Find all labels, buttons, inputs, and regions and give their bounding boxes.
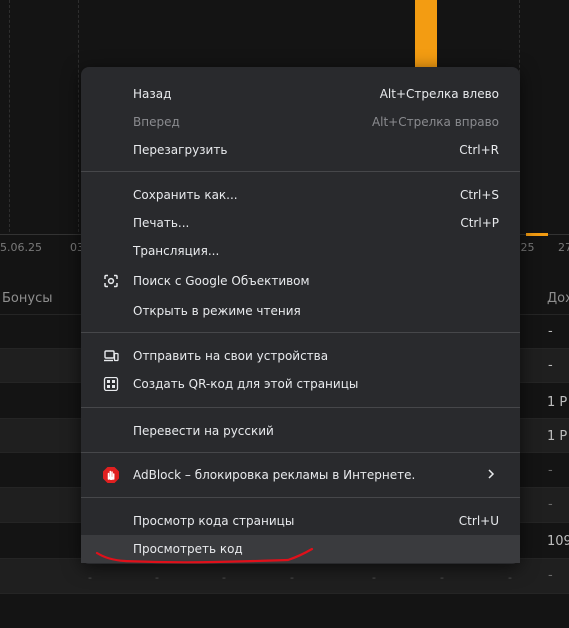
menu-item-reading-mode[interactable]: Открыть в режиме чтения xyxy=(81,297,520,325)
grid-line xyxy=(9,0,10,232)
menu-item-save-as[interactable]: Сохранить как... Ctrl+S xyxy=(81,181,520,209)
menu-item-view-source[interactable]: Просмотр кода страницы Ctrl+U xyxy=(81,507,520,535)
x-tick-label: 5.06.25 xyxy=(0,241,42,254)
menu-item-translate[interactable]: Перевести на русский xyxy=(81,417,520,445)
menu-item-cast[interactable]: Трансляция... xyxy=(81,237,520,265)
context-menu: Назад Alt+Стрелка влево Вперед Alt+Стрел… xyxy=(81,67,520,564)
grid-line xyxy=(78,0,79,232)
qr-code-icon xyxy=(103,376,119,392)
chevron-right-icon xyxy=(486,467,496,481)
table-header-bonuses: Бонусы xyxy=(2,291,53,306)
menu-separator xyxy=(81,497,520,498)
chart-bar[interactable] xyxy=(415,0,437,68)
menu-item-back[interactable]: Назад Alt+Стрелка влево xyxy=(81,80,520,108)
shortcut-label: Ctrl+P xyxy=(460,216,499,230)
adblock-icon xyxy=(102,466,120,484)
menu-separator xyxy=(81,407,520,408)
google-lens-icon xyxy=(103,274,119,288)
shortcut-label: Alt+Стрелка вправо xyxy=(371,115,499,129)
menu-item-send-to-devices[interactable]: Отправить на свои устройства xyxy=(81,342,520,370)
menu-item-forward[interactable]: Вперед Alt+Стрелка вправо xyxy=(81,108,520,136)
shortcut-label: Ctrl+S xyxy=(459,188,499,202)
menu-separator xyxy=(81,332,520,333)
menu-item-adblock[interactable]: AdBlock – блокировка рекламы в Интернете… xyxy=(81,461,520,489)
x-tick-label: 27 xyxy=(558,241,569,254)
menu-item-qr-code[interactable]: Создать QR-код для этой страницы xyxy=(81,370,520,398)
menu-item-print[interactable]: Печать... Ctrl+P xyxy=(81,209,520,237)
shortcut-label: Ctrl+U xyxy=(458,514,499,528)
devices-icon xyxy=(103,349,119,363)
table-row xyxy=(0,593,569,628)
menu-separator xyxy=(81,171,520,172)
shortcut-label: Ctrl+R xyxy=(459,143,499,157)
menu-item-inspect[interactable]: Просмотреть код xyxy=(81,535,520,563)
menu-item-google-lens[interactable]: Поиск с Google Объективом xyxy=(81,267,520,295)
shortcut-label: Alt+Стрелка влево xyxy=(379,87,499,101)
menu-separator xyxy=(81,452,520,453)
menu-item-reload[interactable]: Перезагрузить Ctrl+R xyxy=(81,136,520,164)
chart-bar[interactable] xyxy=(526,233,548,236)
table-header-income: Дох xyxy=(547,291,569,306)
